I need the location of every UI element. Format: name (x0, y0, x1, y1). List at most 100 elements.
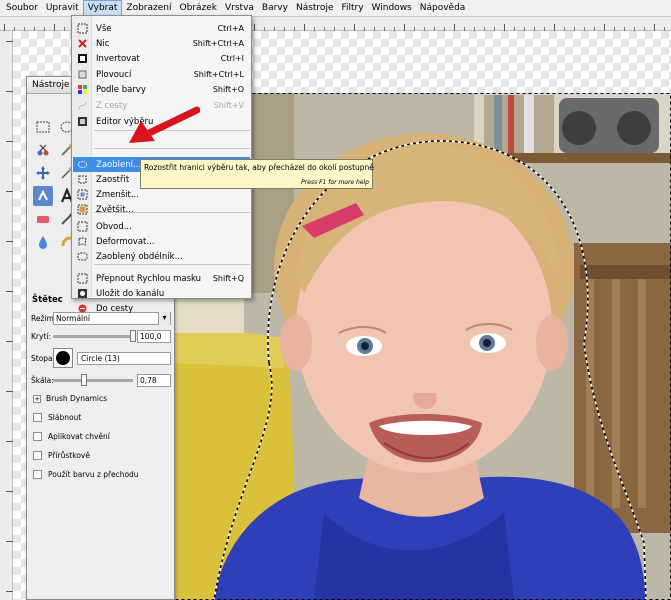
ruler-tick (6, 91, 13, 92)
menu-nastroje[interactable]: Nástroje (292, 1, 338, 16)
tooltip-text: Rozostřit hranici výběru tak, aby přechá… (144, 163, 374, 172)
menu-item-label: Zaoblený obdélník... (96, 251, 183, 262)
ruler-tick (6, 491, 13, 492)
menu-soubor[interactable]: Soubor (2, 1, 42, 16)
menu-item-shortcut: Shift+Ctrl+A (192, 39, 244, 48)
select-all-icon (73, 21, 92, 36)
distort-selection-icon (73, 234, 92, 249)
menu-item-select-by-color[interactable]: Podle barvy Shift+O (73, 82, 250, 97)
menu-item-shrink-selection[interactable]: Zmenšit... (73, 187, 250, 202)
ruler-tick (6, 191, 13, 192)
menu-item-rounded-rectangle[interactable]: Zaoblený obdélník... (73, 249, 250, 264)
jitter-checkbox-row[interactable]: Aplikovat chvění (31, 427, 171, 446)
ruler-tick (454, 24, 455, 31)
ruler-tick (304, 24, 305, 31)
opacity-input[interactable]: 100,0 (137, 329, 171, 343)
fade-checkbox[interactable] (33, 413, 42, 422)
menu-windows[interactable]: Windows (368, 1, 416, 16)
menu-item-distort-selection[interactable]: Deformovat... (73, 234, 250, 249)
ruler-tick (554, 24, 555, 31)
blur-tool-icon[interactable] (33, 232, 53, 252)
menu-item-invert-selection[interactable]: Invertovat Ctrl+I (73, 51, 250, 66)
scale-label: Škála: (31, 375, 54, 385)
menu-separator (94, 264, 250, 265)
gradient-color-checkbox-row[interactable]: Použít barvu z přechodu (31, 465, 171, 484)
menu-vrstva[interactable]: Vrstva (221, 1, 258, 16)
ruler-tick (6, 341, 13, 342)
scale-slider-knob[interactable] (81, 373, 88, 386)
ruler-tick (254, 24, 255, 31)
menu-item-label: Uložit do kanálu (96, 288, 165, 299)
incremental-checkbox-row[interactable]: Přírůstkově (31, 446, 171, 465)
brush-name-field[interactable]: Circle (13) (77, 351, 171, 365)
ruler-tick (6, 441, 13, 442)
brush-dynamics-row[interactable]: + Brush Dynamics (31, 389, 171, 408)
menu-item-label: Obvod... (96, 221, 132, 232)
menu-item-shortcut: Shift+V (213, 101, 244, 110)
opacity-slider[interactable] (53, 329, 136, 342)
brush-label: Stopa: (31, 353, 56, 363)
jitter-label: Aplikovat chvění (48, 432, 110, 441)
feather-icon (73, 157, 92, 172)
menu-napoveda[interactable]: Nápověda (416, 1, 470, 16)
gradient-color-label: Použít barvu z přechodu (48, 470, 139, 479)
sharpen-selection-icon (73, 172, 92, 187)
menu-item-shortcut: Shift+Ctrl+L (193, 70, 244, 79)
fade-checkbox-row[interactable]: Slábnout (31, 408, 171, 427)
ruler-tick (654, 24, 655, 31)
incremental-checkbox[interactable] (33, 451, 42, 460)
menu-obrazek[interactable]: Obrázek (176, 1, 222, 16)
menu-item-select-none[interactable]: Nic Shift+Ctrl+A (73, 36, 250, 51)
expand-icon[interactable]: + (33, 394, 41, 403)
scale-input[interactable]: 0,78 (137, 373, 171, 387)
menu-item-label: Invertovat (96, 53, 140, 64)
grow-selection-icon (73, 202, 92, 217)
invert-selection-icon (73, 51, 92, 66)
scale-slider[interactable] (53, 373, 133, 386)
ruler-tick (6, 391, 13, 392)
menu-item-label: Plovoucí (96, 69, 132, 80)
shrink-selection-icon (73, 187, 92, 202)
menu-item-select-all[interactable]: Vše Ctrl+A (73, 21, 250, 36)
select-by-color-icon (73, 82, 92, 97)
menu-barvy[interactable]: Barvy (258, 1, 292, 16)
menu-item-grow-selection[interactable]: Zvětšit... (73, 202, 250, 217)
brush-preview[interactable] (53, 348, 73, 368)
menu-upravit[interactable]: Upravit (42, 1, 83, 16)
brush-row: Stopa: Circle (13) (31, 345, 171, 371)
gradient-color-checkbox[interactable] (33, 470, 42, 479)
opacity-slider-knob[interactable] (130, 329, 136, 342)
red-arrow-annotation (129, 106, 200, 143)
menu-zobrazeni[interactable]: Zobrazení (122, 1, 175, 16)
ruler-tick (504, 24, 505, 31)
vertical-ruler[interactable] (0, 31, 13, 600)
menu-separator (94, 212, 250, 213)
menu-item-shortcut: Shift+O (212, 85, 244, 94)
ruler-tick (404, 24, 405, 31)
circle-brush-icon (56, 351, 70, 365)
ruler-tick (6, 41, 13, 42)
ruler-tick (6, 141, 13, 142)
menu-item-shortcut: Ctrl+A (217, 24, 244, 33)
menu-item-save-to-channel[interactable]: Uložit do kanálu (73, 286, 250, 301)
mode-label: Režim: (31, 313, 57, 323)
ruler-tick (4, 24, 5, 31)
tooltip-hint: Press F1 for more help (301, 179, 369, 186)
text-tool-icon[interactable] (33, 186, 53, 206)
menu-filtry[interactable]: Filtry (337, 1, 367, 16)
menu-item-quick-mask[interactable]: Přepnout Rychlou masku Shift+Q (73, 271, 250, 286)
menu-item-shortcut: Shift+Q (212, 274, 244, 283)
rect-select-tool-icon[interactable] (33, 117, 53, 137)
scissors-tool-icon[interactable] (33, 140, 53, 160)
save-to-channel-icon (73, 286, 92, 301)
jitter-checkbox[interactable] (33, 432, 42, 441)
move-tool-icon[interactable] (33, 163, 53, 183)
menu-item-label: Vše (96, 23, 112, 34)
menu-item-label: Deformovat... (96, 236, 155, 247)
tool-options-panel: Štětec Režim: Normální Krytí: 100,0 Stop… (31, 295, 171, 484)
menu-item-border-selection[interactable]: Obvod... (73, 219, 250, 234)
menu-item-float-selection[interactable]: Plovoucí Shift+Ctrl+L (73, 67, 250, 82)
eraser-tool-icon[interactable] (33, 209, 53, 229)
menu-item-to-path[interactable]: Do cesty (73, 301, 250, 316)
menu-item-label: Přepnout Rychlou masku (96, 273, 202, 284)
